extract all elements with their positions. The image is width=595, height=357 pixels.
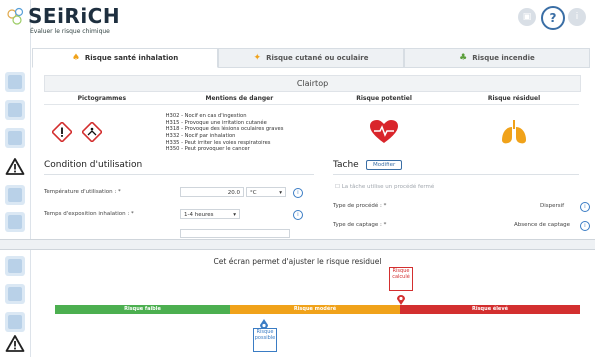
sidebar-item-worker-icon[interactable] bbox=[5, 185, 25, 205]
capture-type-label: Type de captage : * bbox=[333, 222, 387, 228]
sidebar-item-products-icon[interactable] bbox=[5, 128, 25, 148]
lungs-icon bbox=[502, 120, 527, 144]
hazard-statement: H318 - Provoque des lésions oculaires gr… bbox=[165, 126, 284, 133]
risk-band-moderate: Risque modéré bbox=[230, 305, 400, 314]
heart-icon bbox=[370, 120, 399, 143]
closed-process-checkbox[interactable]: ☐ La tâche utilise un procédé fermé bbox=[335, 184, 434, 190]
molecule-logo-icon bbox=[7, 7, 24, 25]
app-tagline: Évaluer le risque chimique bbox=[30, 28, 110, 35]
process-type-label: Type de procédé : * bbox=[333, 203, 387, 209]
help-button[interactable]: ? bbox=[541, 6, 565, 30]
extra-field[interactable] bbox=[180, 229, 290, 238]
closed-process-label: La tâche utilise un procédé fermé bbox=[341, 184, 435, 190]
conditions-divider bbox=[44, 174, 314, 175]
app-brand: SEiRiCH bbox=[28, 4, 121, 28]
risk-band-high: Risque élevé bbox=[400, 305, 580, 314]
residual-risk-adjust-panel: Cet écran permet d'ajuster le risque res… bbox=[0, 249, 595, 357]
sidebar-item-warning-icon[interactable] bbox=[5, 334, 25, 354]
hazard-statement: H302 - Nocif en cas d'ingestion bbox=[165, 113, 247, 120]
temperature-info-icon[interactable]: i bbox=[293, 188, 303, 198]
product-name: Clairtop bbox=[44, 75, 581, 92]
conditions-title: Condition d'utilisation bbox=[44, 160, 143, 170]
calculated-risk-marker: Risque calculé bbox=[389, 267, 413, 291]
temperature-label: Température d'utilisation : * bbox=[44, 189, 121, 195]
tab-inhalation[interactable]: ♠ Risque santé inhalation bbox=[32, 48, 218, 68]
health-hazard-pictogram-icon bbox=[80, 120, 103, 144]
sidebar-item-warning-icon[interactable] bbox=[5, 157, 25, 177]
tab-fire[interactable]: ♣ Risque incendie bbox=[404, 48, 590, 68]
checkbox-icon: ☐ bbox=[335, 184, 340, 190]
risk-tabs: ♠ Risque santé inhalation ✦ Risque cutan… bbox=[32, 48, 590, 68]
process-type-info-icon[interactable]: i bbox=[580, 202, 590, 212]
task-title: Tache bbox=[333, 160, 359, 170]
possible-risk-label: possible bbox=[254, 335, 276, 341]
exposure-label: Temps d'exposition inhalation : * bbox=[44, 211, 134, 217]
lungs-tab-icon: ♠ bbox=[71, 53, 80, 63]
risk-band-low: Risque faible bbox=[55, 305, 230, 314]
temperature-input[interactable]: 20.0 bbox=[180, 187, 244, 197]
drops-tab-icon: ✦ bbox=[253, 53, 262, 63]
hazard-table: Pictogrammes Mentions de danger Risque p… bbox=[44, 92, 579, 161]
task-divider bbox=[333, 174, 579, 175]
hazard-statement: H332 - Nocif par inhalation bbox=[165, 133, 236, 139]
possible-risk-marker[interactable]: Risque possible bbox=[253, 328, 277, 352]
info-button[interactable]: i bbox=[568, 8, 586, 26]
chevron-down-icon: ▾ bbox=[233, 212, 236, 218]
sidebar-item-factory-icon[interactable] bbox=[5, 284, 25, 304]
exposure-select[interactable]: 1-4 heures ▾ bbox=[180, 209, 240, 219]
col-hazard-statements: Mentions de danger bbox=[159, 92, 320, 105]
app-logo: SEiRiCH Évaluer le risque chimique bbox=[6, 4, 146, 40]
sidebar-item-check-icon[interactable] bbox=[5, 212, 25, 232]
tab-fire-label: Risque incendie bbox=[472, 54, 535, 62]
adjust-title: Cet écran permet d'ajuster le risque res… bbox=[213, 257, 382, 266]
calculated-risk-pin-icon bbox=[396, 291, 406, 305]
sidebar-item-overview-icon[interactable] bbox=[5, 72, 25, 92]
exclamation-pictogram-icon bbox=[50, 120, 74, 144]
risk-evaluation-panel: SEiRiCH Évaluer le risque chimique ▣ ? i… bbox=[0, 0, 595, 240]
hazard-statement: H350 - Peut provoquer le cancer bbox=[165, 146, 250, 153]
process-type-value: Dispersif bbox=[540, 203, 565, 209]
capture-type-value: Absence de captage bbox=[514, 222, 571, 228]
sidebar-item-products-icon[interactable] bbox=[5, 312, 25, 332]
calculated-risk-label: calculé bbox=[392, 274, 410, 280]
temperature-unit-value: °C bbox=[250, 190, 257, 196]
possible-risk-handle-icon[interactable] bbox=[259, 315, 269, 329]
hazard-statement: H335 - Peut irriter les voies respiratoi… bbox=[165, 139, 271, 146]
chevron-down-icon: ▾ bbox=[279, 190, 282, 196]
home-button[interactable]: ▣ bbox=[518, 8, 536, 26]
tab-skin-eye-label: Risque cutané ou oculaire bbox=[266, 54, 369, 62]
col-pictograms: Pictogrammes bbox=[44, 92, 160, 105]
modify-task-button[interactable]: Modifier bbox=[366, 160, 403, 170]
col-residual-risk: Risque résiduel bbox=[449, 92, 579, 105]
capture-type-info-icon[interactable]: i bbox=[580, 221, 590, 231]
exposure-value: 1-4 heures bbox=[184, 212, 214, 218]
plant-tab-icon: ♣ bbox=[459, 53, 468, 63]
temperature-unit-select[interactable]: °C ▾ bbox=[246, 187, 286, 197]
col-potential-risk: Risque potentiel bbox=[319, 92, 450, 105]
tab-skin-eye[interactable]: ✦ Risque cutané ou oculaire bbox=[218, 48, 404, 68]
hazard-statement-list: H302 - Nocif en cas d'ingestion H315 - P… bbox=[160, 105, 319, 162]
exposure-info-icon[interactable]: i bbox=[293, 210, 303, 220]
sidebar-item-factory-icon[interactable] bbox=[5, 100, 25, 120]
tab-inhalation-label: Risque santé inhalation bbox=[84, 54, 179, 62]
sidebar bbox=[0, 250, 31, 357]
